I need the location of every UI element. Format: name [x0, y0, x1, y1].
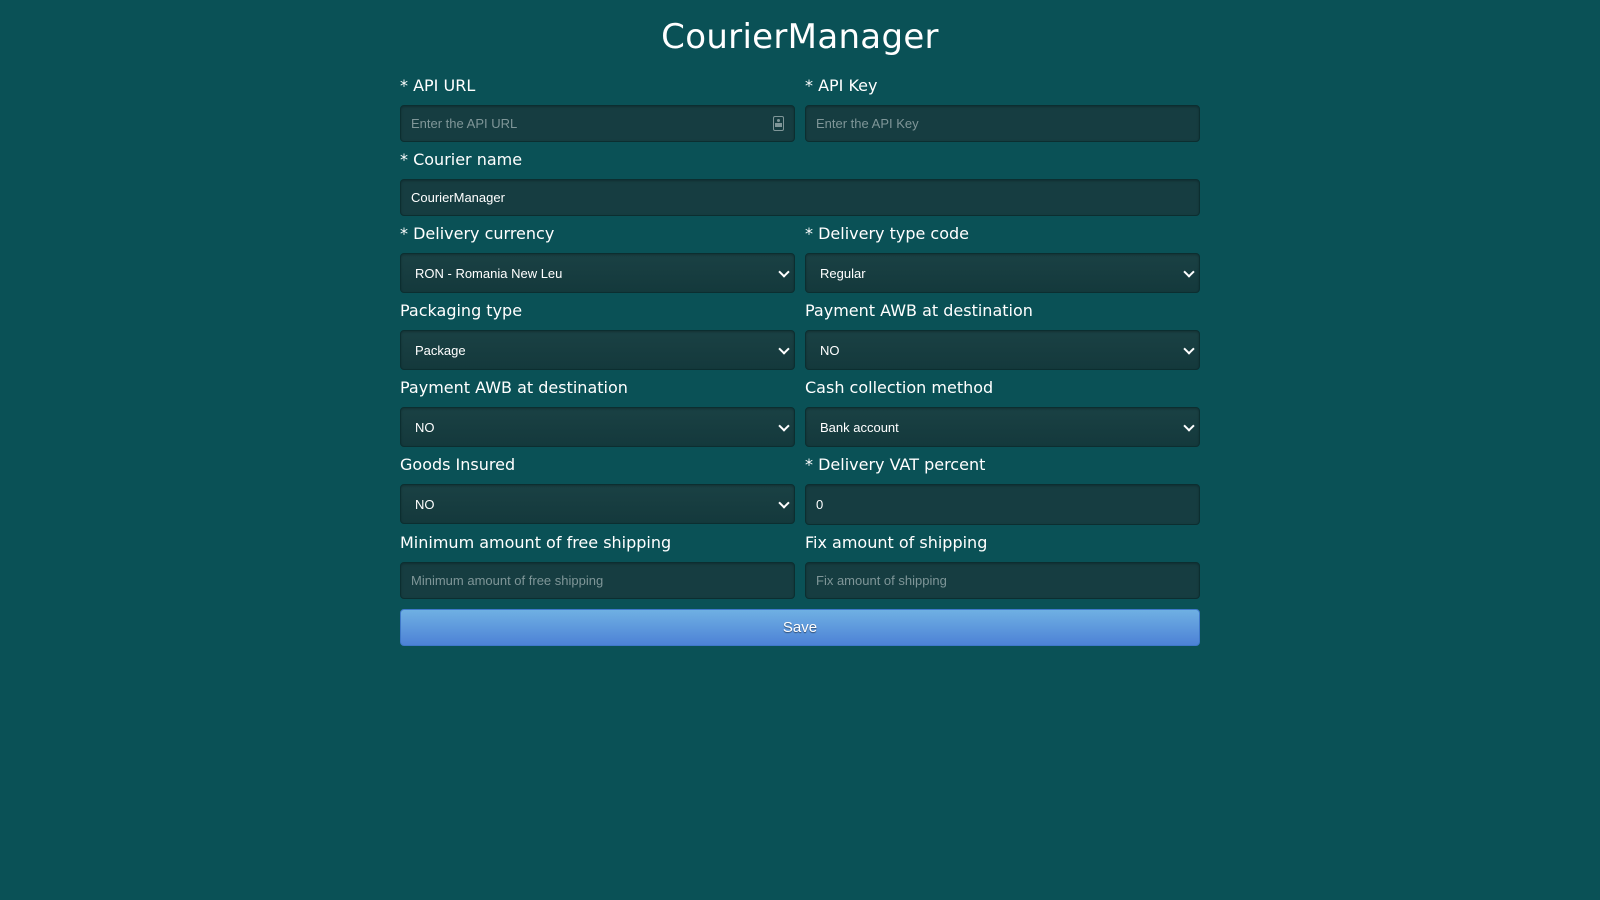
- payment-awb-left-value: NO: [415, 419, 435, 435]
- payment-awb-left-label: Payment AWB at destination: [400, 378, 628, 397]
- row-shipping-amounts: Minimum amount of free shipping Minimum …: [400, 533, 1200, 599]
- goods-insured-select[interactable]: NO: [400, 484, 795, 524]
- min-free-shipping-placeholder: Minimum amount of free shipping: [411, 573, 604, 588]
- api-key-input[interactable]: Enter the API Key: [805, 105, 1200, 142]
- field-packaging-type: Packaging type Package: [400, 301, 795, 370]
- chevron-down-icon: [778, 497, 790, 509]
- api-url-label: * API URL: [400, 76, 476, 95]
- field-delivery-currency: * Delivery currency RON - Romania New Le…: [400, 224, 795, 293]
- payment-awb-left-select[interactable]: NO: [400, 407, 795, 447]
- row-courier-name: * Courier name CourierManager: [400, 150, 1200, 216]
- row-api: * API URL Enter the API URL * API Key En…: [400, 76, 1200, 142]
- save-button[interactable]: Save: [400, 609, 1200, 646]
- delivery-currency-select[interactable]: RON - Romania New Leu: [400, 253, 795, 293]
- field-payment-awb-left: Payment AWB at destination NO: [400, 378, 795, 447]
- api-key-placeholder: Enter the API Key: [816, 116, 919, 131]
- cash-collection-method-label: Cash collection method: [805, 378, 994, 397]
- payment-awb-right-label: Payment AWB at destination: [805, 301, 1033, 320]
- field-cash-collection-method: Cash collection method Bank account: [805, 378, 1200, 447]
- api-url-input[interactable]: Enter the API URL: [400, 105, 795, 142]
- field-delivery-type-code: * Delivery type code Regular: [805, 224, 1200, 293]
- page-title: CourierManager: [661, 17, 939, 57]
- payment-awb-right-select[interactable]: NO: [805, 330, 1200, 370]
- chevron-down-icon: [778, 266, 790, 278]
- packaging-type-label: Packaging type: [400, 301, 523, 320]
- chevron-down-icon: [1183, 266, 1195, 278]
- packaging-type-value: Package: [415, 342, 466, 358]
- chevron-down-icon: [778, 420, 790, 432]
- field-fix-shipping: Fix amount of shipping Fix amount of shi…: [805, 533, 1200, 599]
- chevron-down-icon: [1183, 420, 1195, 432]
- fix-shipping-label: Fix amount of shipping: [805, 533, 988, 552]
- row-delivery: * Delivery currency RON - Romania New Le…: [400, 224, 1200, 293]
- delivery-type-code-value: Regular: [820, 265, 866, 281]
- field-goods-insured: Goods Insured NO: [400, 455, 795, 525]
- cash-collection-method-select[interactable]: Bank account: [805, 407, 1200, 447]
- api-key-label: * API Key: [805, 76, 878, 95]
- courier-name-value: CourierManager: [411, 190, 505, 205]
- api-url-placeholder: Enter the API URL: [411, 116, 518, 131]
- row-insurance-vat: Goods Insured NO * Delivery VAT percent …: [400, 455, 1200, 525]
- fix-shipping-input[interactable]: Fix amount of shipping: [805, 562, 1200, 599]
- field-delivery-vat-percent: * Delivery VAT percent 0: [805, 455, 1200, 525]
- goods-insured-label: Goods Insured: [400, 455, 516, 474]
- delivery-currency-label: * Delivery currency: [400, 224, 555, 243]
- goods-insured-value: NO: [415, 496, 435, 512]
- delivery-type-code-label: * Delivery type code: [805, 224, 969, 243]
- min-free-shipping-label: Minimum amount of free shipping: [400, 533, 672, 552]
- field-api-key: * API Key Enter the API Key: [805, 76, 1200, 142]
- delivery-currency-value: RON - Romania New Leu: [415, 265, 563, 281]
- chevron-down-icon: [1183, 343, 1195, 355]
- fix-shipping-placeholder: Fix amount of shipping: [816, 573, 947, 588]
- packaging-type-select[interactable]: Package: [400, 330, 795, 370]
- field-min-free-shipping: Minimum amount of free shipping Minimum …: [400, 533, 795, 599]
- courier-settings-page: CourierManager * API URL Enter the API U…: [400, 0, 1200, 646]
- contact-card-icon[interactable]: [773, 115, 784, 131]
- delivery-vat-percent-input[interactable]: 0: [805, 484, 1200, 525]
- field-api-url: * API URL Enter the API URL: [400, 76, 795, 142]
- courier-name-input[interactable]: CourierManager: [400, 179, 1200, 216]
- courier-name-label: * Courier name: [400, 150, 523, 169]
- delivery-vat-percent-label: * Delivery VAT percent: [805, 455, 986, 474]
- delivery-type-code-select[interactable]: Regular: [805, 253, 1200, 293]
- chevron-down-icon: [778, 343, 790, 355]
- row-packaging: Packaging type Package Payment AWB at de…: [400, 301, 1200, 370]
- min-free-shipping-input[interactable]: Minimum amount of free shipping: [400, 562, 795, 599]
- field-courier-name: * Courier name CourierManager: [400, 150, 1200, 216]
- payment-awb-right-value: NO: [820, 342, 840, 358]
- cash-collection-method-value: Bank account: [820, 419, 899, 435]
- delivery-vat-percent-value: 0: [816, 497, 824, 512]
- field-payment-awb-right: Payment AWB at destination NO: [805, 301, 1200, 370]
- row-payment-cash: Payment AWB at destination NO Cash colle…: [400, 378, 1200, 447]
